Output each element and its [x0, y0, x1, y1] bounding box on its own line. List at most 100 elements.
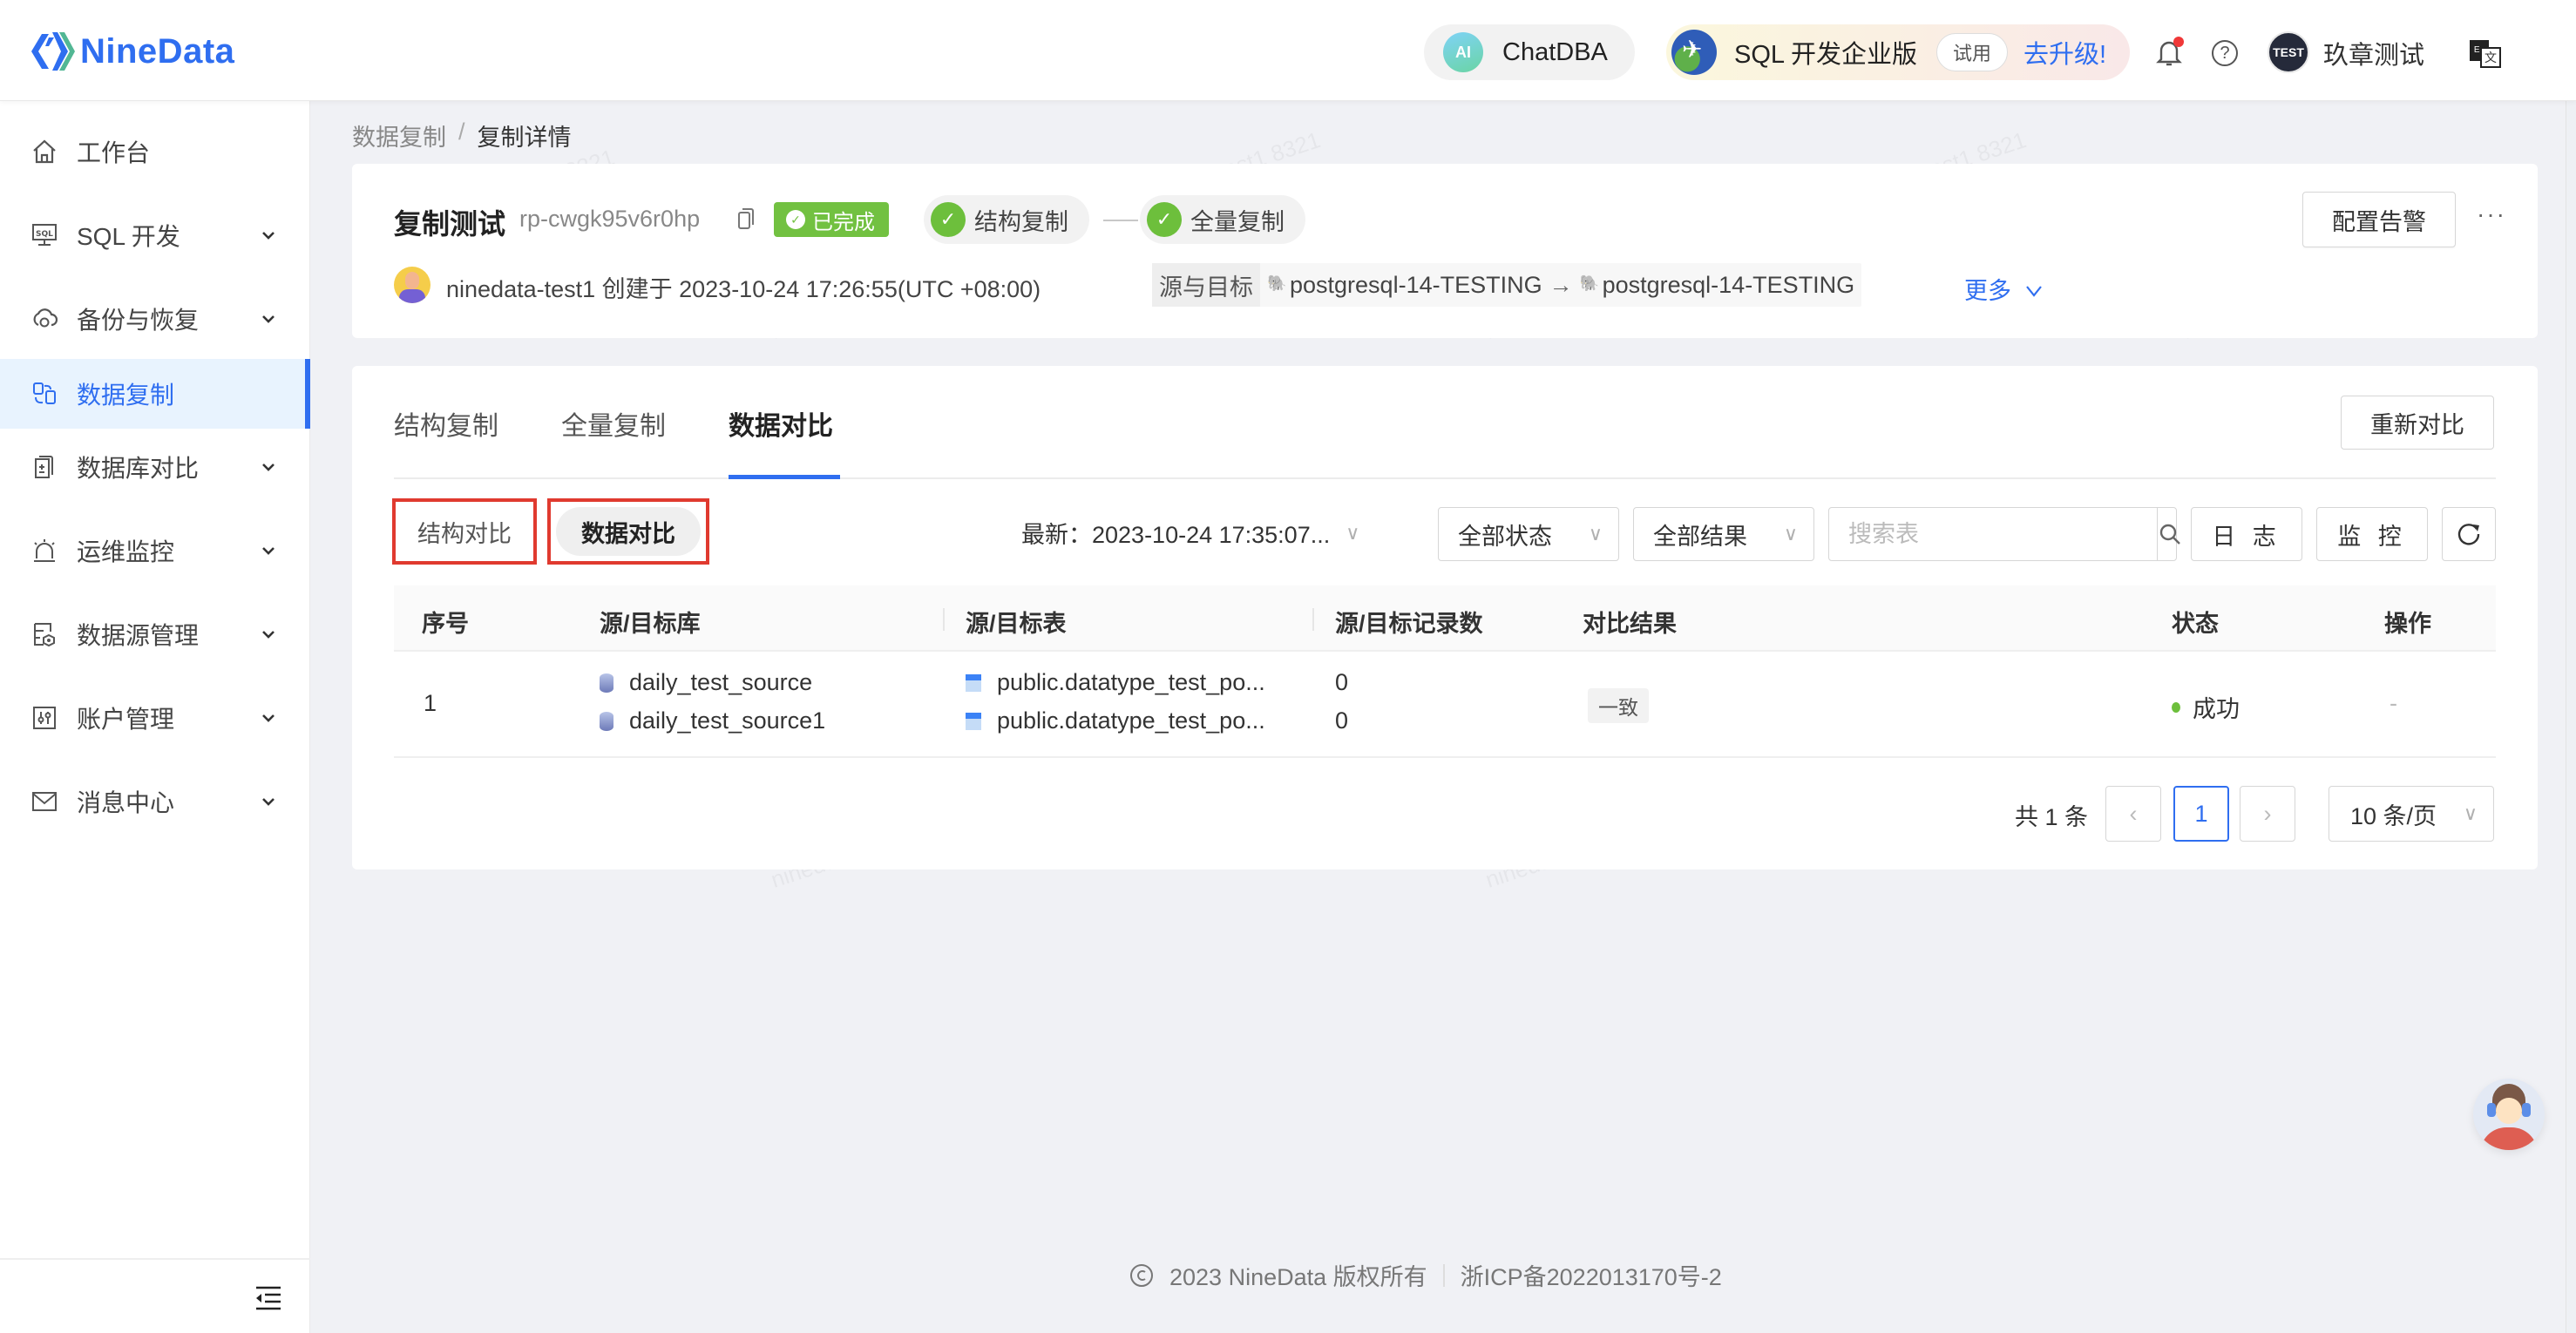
mail-icon — [32, 792, 57, 811]
step-full-replication: ✓ 全量复制 — [1140, 195, 1305, 244]
page-size-select[interactable]: 10 条/页 ∨ — [2329, 786, 2494, 842]
tab-bar-divider — [394, 477, 2496, 479]
cloud-sync-icon — [33, 308, 58, 328]
upgrade-link[interactable]: 去升级! — [2024, 34, 2106, 71]
breadcrumb-parent-link[interactable]: 数据复制 — [352, 118, 446, 152]
column-header: 对比结果 — [1583, 611, 1677, 637]
segment-structure-compare[interactable]: 结构对比 — [392, 498, 537, 565]
postgresql-icon: 🐘 — [1267, 274, 1287, 292]
breadcrumb-separator: / — [458, 118, 465, 145]
chatdba-label: ChatDBA — [1502, 37, 1608, 66]
source-target-info: 源与目标 🐘 postgresql-14-TESTING → 🐘 postgre… — [1152, 263, 1862, 307]
help-button[interactable]: ? — [2212, 40, 2238, 66]
pagination-prev-button[interactable]: ‹ — [2105, 786, 2161, 842]
search-icon — [2159, 524, 2180, 545]
sidebar-item-label: 运维监控 — [77, 538, 175, 565]
more-details-link[interactable]: 更多 — [1964, 272, 2043, 306]
task-header-card: 复制测试 rp-cwgk95v6r0hp ✓ 已完成 ✓ 结构复制 ✓ 全量复制… — [352, 164, 2538, 338]
pagination-page-1[interactable]: 1 — [2173, 786, 2229, 842]
chevron-down-icon — [2025, 286, 2042, 297]
user-name[interactable]: 玖章测试 — [2323, 35, 2424, 71]
sidebar-item-account-mgmt[interactable]: 账户管理 — [0, 683, 310, 753]
status-dot — [2172, 701, 2180, 713]
monitor-button[interactable]: 监 控 — [2316, 507, 2428, 561]
configure-alert-button[interactable]: 配置告警 — [2302, 192, 2456, 247]
svg-text:SQL: SQL — [36, 230, 53, 239]
chatdba-button[interactable]: AI ChatDBA — [1424, 24, 1635, 80]
target-table-name: public.datatype_test_po... — [997, 707, 1265, 734]
sidebar-item-db-compare[interactable]: 数据库对比 — [0, 432, 310, 502]
language-switch-button[interactable]: En 文 — [2470, 40, 2503, 68]
chevron-down-icon — [262, 315, 275, 323]
icp-link[interactable]: 浙ICP备2022013170号-2 — [1461, 1258, 1722, 1292]
source-target-label: 源与目标 — [1152, 263, 1260, 307]
log-button[interactable]: 日 志 — [2191, 507, 2302, 561]
latest-run-select[interactable]: 最新：2023-10-24 17:35:07... ∨ — [1021, 516, 1359, 550]
tab-data-compare[interactable]: 数据对比 — [729, 404, 833, 443]
more-actions-icon[interactable]: ··· — [2477, 200, 2506, 228]
segment-label: 结构对比 — [417, 520, 512, 547]
breadcrumb-current: 复制详情 — [477, 125, 572, 151]
ai-chat-icon: AI — [1443, 32, 1483, 72]
chevron-down-icon — [262, 631, 275, 639]
sidebar-item-datasource-mgmt[interactable]: 数据源管理 — [0, 599, 310, 669]
sidebar: 工作台 SQL SQL 开发 备份与恢复 数据复制 数据库对比 运维监控 数据源… — [0, 101, 310, 1333]
status-filter-select[interactable]: 全部状态 ∨ — [1438, 507, 1619, 561]
tab-structure-replication[interactable]: 结构复制 — [394, 404, 498, 443]
sidebar-item-label: 消息中心 — [77, 789, 175, 816]
top-bar: NineData AI ChatDBA SQL 开发企业版 试用 去升级! ? … — [0, 0, 2576, 101]
copy-icon[interactable] — [737, 207, 755, 230]
chevron-down-icon — [262, 232, 275, 240]
edition-upgrade-banner[interactable]: SQL 开发企业版 试用 去升级! — [1666, 24, 2130, 80]
database-icon — [600, 673, 613, 693]
sidebar-item-label: 数据源管理 — [77, 622, 200, 649]
tab-full-replication[interactable]: 全量复制 — [561, 404, 666, 443]
user-avatar[interactable]: TEST — [2268, 31, 2309, 73]
check-circle-icon: ✓ — [931, 202, 966, 237]
datasource-icon — [34, 623, 55, 647]
page-size-value: 10 条/页 — [2350, 802, 2437, 829]
customer-support-button[interactable] — [2473, 1079, 2545, 1150]
refresh-button[interactable] — [2442, 507, 2496, 561]
sidebar-item-sql-dev[interactable]: SQL SQL 开发 — [0, 200, 310, 270]
sql-monitor-icon: SQL — [32, 224, 57, 246]
sidebar-item-backup-restore[interactable]: 备份与恢复 — [0, 284, 310, 354]
data-replication-icon — [33, 382, 56, 404]
status-filter-value: 全部状态 — [1458, 523, 1552, 550]
search-button[interactable] — [2157, 508, 2182, 560]
copyright-text: 2023 NineData 版权所有 — [1169, 1264, 1427, 1290]
pagination-next-button[interactable]: › — [2240, 786, 2295, 842]
support-agent-icon — [2480, 1127, 2538, 1150]
table-row: 1 daily_test_source daily_test_source1 p… — [394, 653, 2496, 758]
account-settings-icon — [33, 707, 56, 729]
target-count: 0 — [1335, 707, 1349, 734]
comparison-card: 结构复制 全量复制 数据对比 重新对比 结构对比 数据对比 最新：2023-10… — [352, 366, 2538, 869]
result-filter-select[interactable]: 全部结果 ∨ — [1633, 507, 1814, 561]
chevron-down-icon: ∨ — [1346, 521, 1360, 544]
step-structure-replication: ✓ 结构复制 — [924, 195, 1089, 244]
table-header: 序号 源/目标库 源/目标表 源/目标记录数 对比结果 状态 操作 — [394, 585, 2496, 652]
sidebar-item-workbench[interactable]: 工作台 — [0, 117, 310, 186]
latest-label: 最新： — [1021, 522, 1092, 548]
page-scrollbar[interactable] — [2566, 101, 2576, 1333]
target-table-cell: public.datatype_test_po... — [966, 707, 1265, 734]
page-footer: 2023 NineData 版权所有 浙ICP备2022013170号-2 — [1129, 1258, 1722, 1292]
task-id: rp-cwgk95v6r0hp — [519, 206, 701, 232]
sidebar-item-message-center[interactable]: 消息中心 — [0, 767, 310, 836]
column-divider — [943, 608, 945, 631]
source-datasource: postgresql-14-TESTING — [1290, 271, 1542, 298]
search-input[interactable] — [1829, 508, 2157, 560]
more-link-label: 更多 — [1964, 278, 2011, 304]
notification-bell-button[interactable] — [2156, 37, 2184, 68]
recompare-button[interactable]: 重新对比 — [2341, 396, 2494, 450]
segment-data-compare[interactable]: 数据对比 — [547, 498, 709, 565]
step-label: 结构复制 — [974, 208, 1068, 235]
result-filter-value: 全部结果 — [1653, 523, 1747, 550]
collapse-sidebar-icon[interactable] — [254, 1286, 282, 1310]
globe-plane-icon — [1671, 30, 1717, 75]
row-status: 成功 — [2172, 690, 2240, 724]
sidebar-item-data-replication[interactable]: 数据复制 — [0, 359, 310, 429]
breadcrumb: 数据复制 / 复制详情 — [352, 118, 572, 152]
sidebar-item-ops-monitor[interactable]: 运维监控 — [0, 516, 310, 585]
brand-logo[interactable]: NineData — [30, 28, 234, 75]
